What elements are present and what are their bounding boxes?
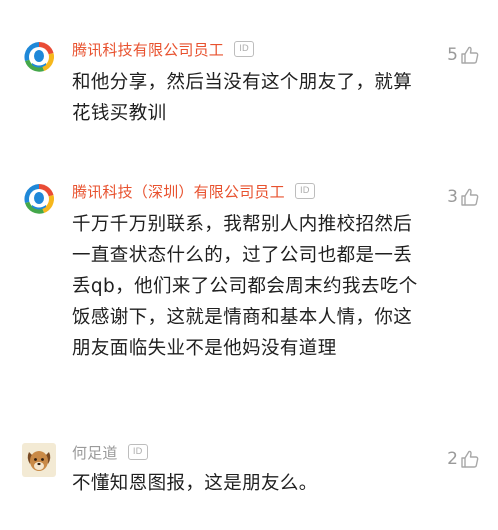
dog-avatar-icon[interactable] <box>22 443 56 477</box>
comment-text: 千万千万别联系，我帮别人内推校招然后一直查状态什么的，过了公司也都是一丢丢qb，… <box>72 214 418 359</box>
like-button[interactable]: 5 <box>447 45 480 65</box>
id-badge: ID <box>127 444 148 460</box>
like-button[interactable]: 3 <box>447 187 480 207</box>
author-row: 何足道 ID <box>72 440 148 464</box>
like-count: 5 <box>447 45 458 65</box>
author-name[interactable]: 腾讯科技有限公司员工 <box>72 39 224 60</box>
thumbs-up-icon <box>461 450 479 468</box>
like-count: 2 <box>447 449 458 469</box>
comment-text: 和他分享，然后当没有这个朋友了，就算花钱买教训 <box>72 72 413 124</box>
author-name[interactable]: 腾讯科技（深圳）有限公司员工 <box>72 181 285 202</box>
tencent-logo-icon[interactable] <box>22 182 56 216</box>
like-count: 3 <box>447 187 458 207</box>
author-name[interactable]: 何足道 <box>72 442 118 463</box>
thumbs-up-icon <box>461 188 479 206</box>
thumbs-up-icon <box>461 46 479 64</box>
id-badge: ID <box>294 183 315 199</box>
tencent-logo-icon[interactable] <box>22 40 56 74</box>
author-row: 腾讯科技（深圳）有限公司员工 ID <box>72 179 315 203</box>
like-button[interactable]: 2 <box>447 449 480 469</box>
author-row: 腾讯科技有限公司员工 ID <box>72 37 255 61</box>
id-badge: ID <box>234 41 255 57</box>
comment-text: 不懂知恩图报，这是朋友么。 <box>72 473 318 494</box>
